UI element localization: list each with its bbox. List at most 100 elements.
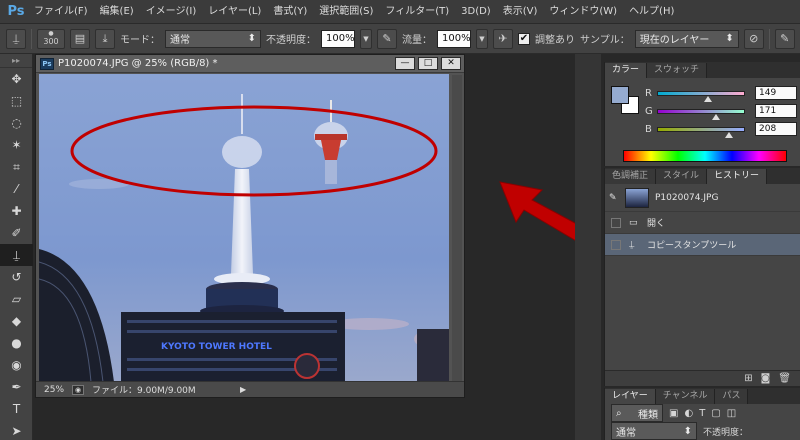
menu-item-edit[interactable]: 編集(E) [94, 0, 140, 24]
g-value[interactable]: 171 [755, 104, 797, 118]
search-icon: ⌕ [616, 407, 622, 419]
menu-item-image[interactable]: イメージ(I) [140, 0, 203, 24]
menu-item-3d[interactable]: 3D(D) [455, 0, 497, 24]
type-tool[interactable]: T [0, 398, 33, 420]
camera-icon[interactable]: ◙ [761, 373, 771, 384]
ignore-adjustment-button[interactable]: ⊘ [743, 28, 764, 49]
aligned-checkbox[interactable]: ✔ [518, 32, 530, 45]
pressure-size-button[interactable]: ✎ [774, 28, 795, 49]
g-slider[interactable] [657, 108, 745, 120]
flow-input[interactable]: 100% [437, 29, 471, 48]
tab-layers[interactable]: レイヤー [605, 389, 656, 404]
menu-item-type[interactable]: 書式(Y) [267, 0, 313, 24]
airbrush-icon: ✈ [498, 32, 508, 45]
tab-channels[interactable]: チャンネル [655, 389, 716, 404]
blend-mode-select[interactable]: 通常 ⬍ [611, 422, 697, 440]
new-document-from-state-icon[interactable]: ⊞ [744, 373, 752, 384]
trash-icon[interactable]: 🗑 [778, 373, 791, 384]
color-spectrum-bar[interactable] [623, 150, 787, 162]
airbrush-button[interactable]: ✈ [493, 28, 513, 49]
brush-panel-button[interactable]: ▤ [70, 28, 90, 49]
b-value[interactable]: 208 [755, 122, 797, 136]
options-bar: ⍊ ● 300 ▤ ⤓ モード： 通常 ⬍ 不透明度： 100% ▼ ✎ 流量：… [0, 24, 800, 54]
pen-tool[interactable]: ✒ [0, 376, 33, 398]
layer-filter-select[interactable]: ⌕ 種類 [611, 404, 663, 422]
tab-swatches[interactable]: スウォッチ [647, 63, 708, 78]
toolbox-grip[interactable]: ▸▸ [0, 54, 32, 68]
history-item-open[interactable]: ▭ 開く [605, 212, 800, 234]
slider-thumb[interactable] [711, 113, 720, 120]
history-brush-tool[interactable]: ↺ [0, 266, 33, 288]
crop-tool[interactable]: ⌗ [0, 156, 33, 178]
opacity-dropdown[interactable]: ▼ [360, 28, 372, 49]
history-checkbox[interactable] [611, 217, 621, 228]
panel-icon-strip [575, 54, 601, 440]
marquee-tool[interactable]: ⬚ [0, 90, 33, 112]
menu-item-select[interactable]: 選択範囲(S) [313, 0, 379, 24]
tab-styles[interactable]: スタイル [656, 169, 708, 184]
history-item-clone-stamp[interactable]: ⍊ コピースタンプツール [605, 234, 800, 256]
b-slider[interactable] [657, 126, 745, 138]
move-tool[interactable]: ✥ [0, 68, 33, 90]
zoom-level[interactable]: 25% [44, 385, 64, 395]
filter-shape-icon[interactable]: ▢ [711, 408, 720, 419]
path-selection-tool[interactable]: ➤ [0, 420, 33, 440]
filter-smart-icon[interactable]: ◫ [727, 408, 736, 419]
r-slider[interactable] [657, 90, 745, 102]
brush-preset-picker[interactable]: ● 300 [37, 28, 65, 49]
menu-item-file[interactable]: ファイル(F) [28, 0, 94, 24]
sample-select[interactable]: 現在のレイヤー ⬍ [634, 29, 739, 48]
document-title-bar[interactable]: Ps P1020074.JPG @ 25% (RGB/8) * — □ ✕ [36, 55, 464, 73]
layer-blend-row: 通常 ⬍ 不透明度： [605, 422, 800, 440]
clone-source-button[interactable]: ⤓ [95, 28, 115, 49]
r-value[interactable]: 149 [755, 86, 797, 100]
chevron-down-icon: ⬍ [725, 33, 734, 44]
mode-select[interactable]: 通常 ⬍ [165, 29, 261, 48]
slider-thumb[interactable] [724, 131, 733, 138]
stamp-icon: ⍊ [12, 247, 21, 262]
history-snapshot[interactable]: ✎ P1020074.JPG [605, 184, 800, 212]
tool-preset-picker[interactable]: ⍊ [6, 28, 26, 49]
minimize-button[interactable]: — [395, 57, 415, 70]
pen-pressure-icon: ✎ [382, 32, 392, 45]
close-button[interactable]: ✕ [441, 57, 461, 70]
tab-color[interactable]: カラー [605, 63, 648, 78]
image-canvas[interactable]: KYOTO TOWER HOTEL [39, 74, 449, 382]
eraser-tool[interactable]: ▱ [0, 288, 33, 310]
filter-pixel-icon[interactable]: ▣ [669, 408, 678, 419]
slider-thumb[interactable] [703, 95, 712, 102]
clone-source-icon: ⤓ [102, 31, 108, 45]
tab-adjustments[interactable]: 色調補正 [605, 169, 657, 184]
healing-tool[interactable]: ✚ [0, 200, 33, 222]
brush-size: 300 [43, 37, 59, 46]
eyedropper-tool[interactable]: ⁄ [0, 178, 33, 200]
maximize-button[interactable]: □ [418, 57, 438, 70]
filter-type-icon[interactable]: T [699, 408, 705, 419]
clone-stamp-tool[interactable]: ⍊ [0, 244, 33, 266]
paint-bucket-tool[interactable]: ◆ [0, 310, 33, 332]
tab-paths[interactable]: パス [715, 389, 749, 404]
brush-tool[interactable]: ✐ [0, 222, 33, 244]
menu-item-help[interactable]: ヘルプ(H) [623, 0, 680, 24]
status-menu-icon[interactable]: ◉ [72, 384, 85, 395]
opacity-input[interactable]: 100% [321, 29, 355, 48]
foreground-swatch[interactable] [611, 86, 629, 104]
pressure-opacity-button[interactable]: ✎ [377, 28, 397, 49]
flow-dropdown[interactable]: ▼ [476, 28, 488, 49]
menu-item-view[interactable]: 表示(V) [497, 0, 544, 24]
history-checkbox[interactable] [611, 239, 621, 250]
blur-tool[interactable]: ● [0, 332, 33, 354]
tab-history[interactable]: ヒストリー [707, 169, 768, 184]
vertical-scrollbar[interactable] [452, 75, 462, 381]
menu-item-filter[interactable]: フィルター(T) [379, 0, 455, 24]
color-row-b: B 208 [645, 120, 797, 138]
chevron-right-icon[interactable]: ▶ [240, 385, 246, 394]
magic-wand-icon: ✶ [11, 138, 22, 152]
menu-item-window[interactable]: ウィンドウ(W) [543, 0, 623, 24]
lasso-tool[interactable]: ◌ [0, 112, 33, 134]
dodge-tool[interactable]: ◉ [0, 354, 33, 376]
menu-item-layer[interactable]: レイヤー(L) [202, 0, 267, 24]
magic-wand-tool[interactable]: ✶ [0, 134, 33, 156]
chevron-down-icon: ⬍ [247, 33, 256, 44]
filter-adjust-icon[interactable]: ◐ [684, 408, 693, 419]
